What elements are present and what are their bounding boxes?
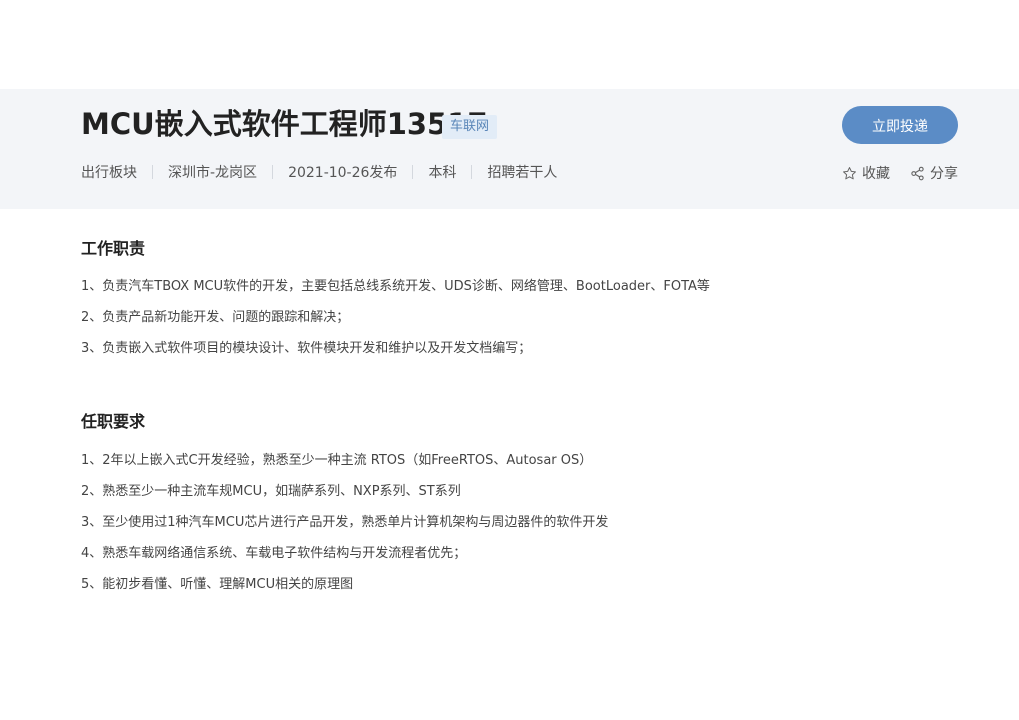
list-item: 4、熟悉车载网络通信系统、车载电子软件结构与开发流程者优先； xyxy=(81,546,467,561)
list-item: 1、2年以上嵌入式C开发经验，熟悉至少一种主流 RTOS（如FreeRTOS、A… xyxy=(81,453,593,468)
industry-tag: 车联网 xyxy=(442,115,498,139)
meta-divider xyxy=(272,165,274,179)
duties-heading: 工作职责 xyxy=(81,239,146,258)
duties-list: 1、负责汽车TBOX MCU软件的开发，主要包括总线系统开发、UDS诊断、网络管… xyxy=(81,271,710,364)
meta-divider xyxy=(412,165,414,179)
list-item: 2、熟悉至少一种主流车规MCU，如瑞萨系列、NXP系列、ST系列 xyxy=(81,484,461,499)
apply-button[interactable]: 立即投递 xyxy=(842,106,958,144)
list-item: 5、能初步看懂、听懂、理解MCU相关的原理图 xyxy=(81,577,354,592)
favorite-button[interactable]: 收藏 xyxy=(842,163,890,183)
share-icon xyxy=(911,166,924,180)
job-meta: 出行板块 深圳市-龙岗区 2021-10-26发布 本科 招聘若干人 xyxy=(81,162,557,182)
meta-education: 本科 xyxy=(428,165,457,181)
requirements-heading: 任职要求 xyxy=(81,412,146,431)
requirements-list: 1、2年以上嵌入式C开发经验，熟悉至少一种主流 RTOS（如FreeRTOS、A… xyxy=(81,445,608,600)
meta-division: 出行板块 xyxy=(81,165,137,181)
meta-divider xyxy=(152,165,153,179)
share-label: 分享 xyxy=(930,166,958,182)
job-title: MCU嵌入式软件工程师13517 xyxy=(81,107,488,141)
job-actions: 收藏 分享 xyxy=(842,163,958,183)
list-item: 3、至少使用过1种汽车MCU芯片进行产品开发，熟悉单片计算机架构与周边器件的软件… xyxy=(81,515,609,530)
favorite-label: 收藏 xyxy=(862,166,890,182)
job-detail-page: MCU嵌入式软件工程师13517 车联网 立即投递 出行板块 深圳市-龙岗区 2… xyxy=(0,0,1019,720)
star-icon xyxy=(843,166,856,179)
meta-publish-date: 2021-10-26发布 xyxy=(288,165,398,181)
meta-headcount: 招聘若干人 xyxy=(487,165,558,181)
share-button[interactable]: 分享 xyxy=(910,163,958,183)
meta-divider xyxy=(471,165,473,179)
list-item: 3、负责嵌入式软件项目的模块设计、软件模块开发和维护以及开发文档编写； xyxy=(81,341,532,356)
list-item: 2、负责产品新功能开发、问题的跟踪和解决； xyxy=(81,310,350,325)
list-item: 1、负责汽车TBOX MCU软件的开发，主要包括总线系统开发、UDS诊断、网络管… xyxy=(81,279,710,294)
meta-location: 深圳市-龙岗区 xyxy=(168,165,258,181)
